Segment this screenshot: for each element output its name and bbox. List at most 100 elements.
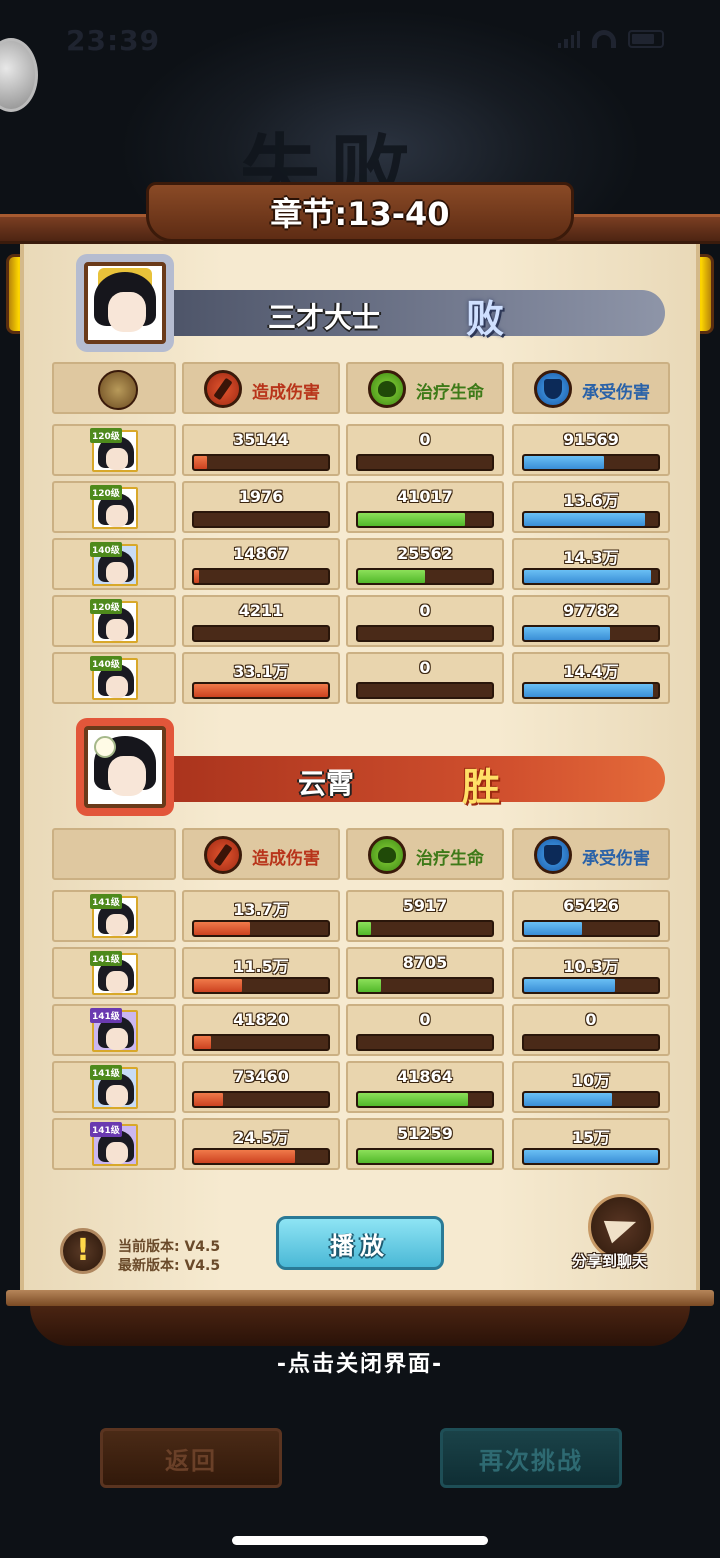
hero-level: 120级 — [90, 599, 122, 614]
heal-cell: 51259 — [346, 1118, 504, 1170]
battery-icon — [628, 30, 664, 48]
result-badge-lose: 败 — [466, 296, 505, 341]
heal-value: 41864 — [397, 1067, 453, 1086]
damage-bar — [192, 1148, 330, 1165]
taken-value: 14.3万 — [563, 548, 619, 567]
sword-icon — [204, 836, 242, 874]
heal-bar — [356, 1148, 494, 1165]
share-label[interactable]: 分享到聊天 — [572, 1250, 647, 1271]
taken-bar — [522, 1091, 660, 1108]
hero-level: 140级 — [90, 656, 122, 671]
heal-bar — [356, 920, 494, 937]
heal-value: 0 — [419, 430, 431, 449]
hero-cell[interactable]: 140级 — [52, 538, 176, 590]
retry-button[interactable]: 再次挑战 — [440, 1428, 622, 1488]
header-taken: 承受伤害 — [512, 828, 670, 880]
taken-bar — [522, 977, 660, 994]
warning-icon[interactable]: ! — [60, 1228, 106, 1274]
close-hint[interactable]: -点击关闭界面- — [0, 1346, 720, 1378]
team-banner-lose — [150, 290, 665, 336]
damage-cell: 24.5万 — [182, 1118, 340, 1170]
current-version: 当前版本: V4.5 — [118, 1239, 221, 1255]
header-taken-label: 承受伤害 — [582, 383, 650, 403]
heal-cell: 8705 — [346, 947, 504, 999]
taken-cell: 13.6万 — [512, 481, 670, 533]
hero-cell[interactable]: 141级 — [52, 1118, 176, 1170]
heal-bar — [356, 568, 494, 585]
damage-cell: 13.7万 — [182, 890, 340, 942]
wifi-icon — [592, 30, 616, 48]
hero-cell[interactable]: 120级 — [52, 481, 176, 533]
hero-cell[interactable]: 141级 — [52, 890, 176, 942]
status-icons — [558, 30, 664, 48]
taken-cell: 14.3万 — [512, 538, 670, 590]
home-indicator[interactable] — [232, 1536, 488, 1545]
play-button[interactable]: 播放 — [276, 1216, 444, 1270]
team-name: 云霄 — [298, 767, 355, 800]
taken-bar — [522, 454, 660, 471]
damage-bar — [192, 1091, 330, 1108]
hero-level: 120级 — [90, 428, 122, 443]
back-button[interactable]: 返回 — [100, 1428, 282, 1488]
hero-level: 141级 — [90, 951, 122, 966]
hero-cell[interactable]: 140级 — [52, 652, 176, 704]
taken-value: 14.4万 — [563, 662, 619, 681]
header-heal-label: 治疗生命 — [416, 383, 484, 403]
taken-cell: 10万 — [512, 1061, 670, 1113]
taken-bar — [522, 920, 660, 937]
portrait-face — [108, 756, 146, 796]
hero-level: 141级 — [90, 894, 122, 909]
heal-value: 8705 — [402, 953, 448, 972]
damage-value: 4211 — [238, 601, 284, 620]
heal-value: 25562 — [397, 544, 453, 563]
heart-icon — [368, 836, 406, 874]
hero-level: 140级 — [90, 542, 122, 557]
heal-cell: 0 — [346, 1004, 504, 1056]
taken-value: 91569 — [563, 430, 619, 449]
taken-value: 65426 — [563, 896, 619, 915]
damage-cell: 33.1万 — [182, 652, 340, 704]
team-icon-cell — [52, 828, 176, 880]
heart-icon — [368, 370, 406, 408]
heal-bar — [356, 682, 494, 699]
portrait-flower — [94, 736, 116, 758]
signal-icon — [558, 30, 580, 48]
damage-value: 73460 — [233, 1067, 289, 1086]
heal-value: 0 — [419, 658, 431, 677]
hero-level: 141级 — [90, 1065, 122, 1080]
header-heal: 治疗生命 — [346, 362, 504, 414]
hero-cell[interactable]: 141级 — [52, 1061, 176, 1113]
taken-cell: 15万 — [512, 1118, 670, 1170]
damage-cell: 4211 — [182, 595, 340, 647]
shield-icon — [534, 836, 572, 874]
damage-cell: 41820 — [182, 1004, 340, 1056]
damage-cell: 35144 — [182, 424, 340, 476]
hero-level: 120级 — [90, 485, 122, 500]
paper-plane-icon — [603, 1210, 641, 1244]
header-heal: 治疗生命 — [346, 828, 504, 880]
damage-bar — [192, 454, 330, 471]
taken-cell: 91569 — [512, 424, 670, 476]
taken-bar — [522, 682, 660, 699]
taken-bar — [522, 1148, 660, 1165]
hero-cell[interactable]: 120级 — [52, 595, 176, 647]
damage-value: 1976 — [238, 487, 284, 506]
heal-value: 0 — [419, 1010, 431, 1029]
damage-value: 24.5万 — [233, 1128, 289, 1147]
damage-cell: 14867 — [182, 538, 340, 590]
chapter-title: 章节:13-40 — [270, 195, 450, 233]
heal-value: 41017 — [397, 487, 453, 506]
damage-value: 14867 — [233, 544, 289, 563]
hero-cell[interactable]: 141级 — [52, 1004, 176, 1056]
damage-value: 35144 — [233, 430, 289, 449]
taken-cell: 14.4万 — [512, 652, 670, 704]
hero-cell[interactable]: 120级 — [52, 424, 176, 476]
hero-level: 141级 — [90, 1122, 122, 1137]
scroll-base — [30, 1306, 690, 1346]
heal-cell: 0 — [346, 424, 504, 476]
hero-cell[interactable]: 141级 — [52, 947, 176, 999]
team-name: 三才大士 — [268, 301, 381, 334]
heal-bar — [356, 977, 494, 994]
damage-bar — [192, 977, 330, 994]
taken-bar — [522, 1034, 660, 1051]
